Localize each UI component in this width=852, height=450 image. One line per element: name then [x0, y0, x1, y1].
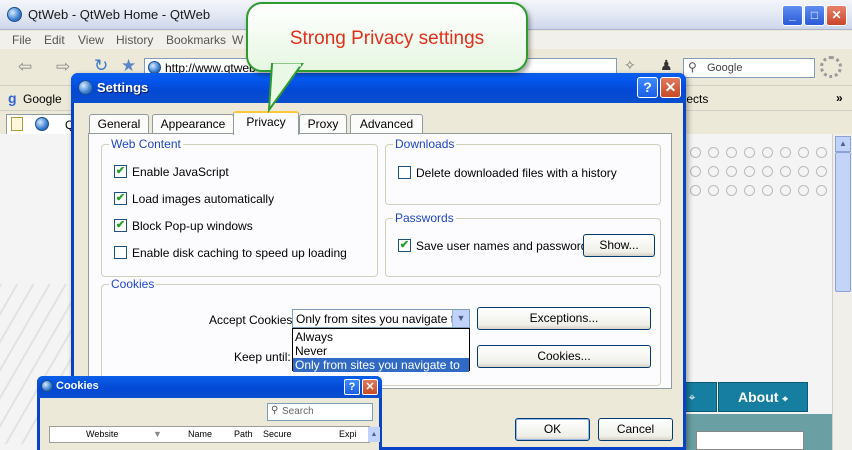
cookies-title: Cookies — [109, 277, 157, 291]
globe-icon — [78, 80, 93, 95]
cookies-dialog-title: Cookies — [56, 380, 99, 392]
passwords-title: Passwords — [393, 211, 456, 225]
scroll-up-button[interactable]: ▲ — [368, 427, 380, 442]
option-never[interactable]: Never — [293, 344, 469, 358]
save-passwords-checkbox[interactable]: ✔ — [398, 239, 411, 252]
downloads-group: Downloads Delete downloaded files with a… — [385, 137, 661, 205]
bookmark-google[interactable]: Google — [23, 92, 62, 106]
passwords-group: Passwords ✔ Save user names and password… — [385, 211, 661, 277]
option-only-visited[interactable]: Only from sites you navigate to — [293, 358, 469, 372]
page-globe-icon — [35, 117, 49, 131]
help-button[interactable]: ? — [637, 77, 658, 98]
dots-decoration — [686, 147, 832, 204]
settings-title: Settings — [97, 80, 149, 95]
bookmarks-more-button[interactable]: » — [836, 91, 843, 105]
enable-javascript-label: Enable JavaScript — [132, 165, 229, 179]
scroll-thumb[interactable] — [835, 152, 851, 292]
settings-titlebar: Settings ? ✕ — [71, 73, 686, 103]
accept-cookies-value: Only from sites you navigate to — [296, 312, 461, 326]
crosshair-icon: ⌖ — [782, 394, 788, 405]
exceptions-button[interactable]: Exceptions... — [477, 307, 651, 330]
block-popups-label: Block Pop-up windows — [132, 219, 253, 233]
site-banner-inner — [696, 431, 804, 450]
minimize-button[interactable]: _ — [782, 5, 803, 26]
save-passwords-label: Save user names and passwords — [416, 239, 594, 253]
menu-history[interactable]: History — [116, 33, 153, 47]
google-icon: g — [8, 90, 17, 106]
close-button[interactable]: ✕ — [660, 77, 681, 98]
chevron-down-icon[interactable]: ▼ — [452, 310, 469, 327]
web-content-group: Web Content ✔ Enable JavaScript ✔ Load i… — [101, 137, 378, 277]
column-path[interactable]: Path — [234, 429, 253, 439]
disk-caching-label: Enable disk caching to speed up loading — [132, 246, 347, 260]
column-secure[interactable]: Secure — [263, 429, 292, 439]
globe-icon — [7, 7, 22, 22]
delete-downloads-checkbox[interactable] — [398, 166, 411, 179]
menu-window[interactable]: W — [232, 33, 243, 47]
search-input[interactable]: ⚲ Google — [683, 58, 815, 78]
callout-text: Strong Privacy settings — [289, 28, 485, 49]
help-button[interactable]: ? — [344, 379, 360, 395]
vertical-scrollbar[interactable]: ▲ — [832, 134, 852, 450]
option-always[interactable]: Always — [293, 330, 469, 344]
downloads-title: Downloads — [393, 137, 457, 151]
show-passwords-button[interactable]: Show... — [583, 234, 655, 257]
about-link[interactable]: About ⌖ — [718, 382, 808, 412]
close-button[interactable]: ✕ — [826, 5, 847, 26]
forward-icon[interactable]: ⇨ — [56, 57, 70, 77]
menu-edit[interactable]: Edit — [44, 33, 65, 47]
disk-caching-checkbox[interactable] — [114, 246, 127, 259]
search-placeholder: Google — [707, 62, 743, 74]
load-images-checkbox[interactable]: ✔ — [114, 192, 127, 205]
load-images-label: Load images automatically — [132, 192, 275, 206]
gear-icon[interactable] — [820, 56, 842, 78]
privacy-icon[interactable]: ♟ — [660, 57, 673, 74]
block-popups-checkbox[interactable]: ✔ — [114, 219, 127, 232]
accept-cookies-label: Accept Cookies: — [209, 313, 296, 327]
globe-icon — [41, 380, 53, 392]
tab-advanced[interactable]: Advanced — [350, 114, 423, 134]
search-icon: ⚲ — [271, 405, 279, 416]
cookies-search-input[interactable]: ⚲ Search — [267, 403, 373, 421]
tab-privacy[interactable]: Privacy — [233, 111, 299, 135]
cookies-button[interactable]: Cookies... — [477, 345, 651, 368]
browser-title: QtWeb - QtWeb Home - QtWeb — [28, 7, 211, 22]
page-tab[interactable]: Q — [6, 114, 76, 134]
web-content-title: Web Content — [109, 137, 183, 151]
callout-pointer — [267, 63, 304, 114]
scroll-up-button[interactable]: ▲ — [835, 136, 851, 152]
cookies-search-placeholder: Search — [282, 406, 314, 417]
back-icon[interactable]: ⇦ — [18, 57, 32, 77]
menu-view[interactable]: View — [78, 33, 104, 47]
search-icon: ⚲ — [688, 60, 697, 74]
menu-file[interactable]: File — [12, 33, 31, 47]
column-name[interactable]: Name — [188, 429, 212, 439]
sort-icon: ▼ — [153, 429, 162, 439]
menu-bookmarks[interactable]: Bookmarks — [166, 33, 226, 47]
cookies-titlebar: Cookies ? ✕ — [37, 376, 382, 398]
tab-general[interactable]: General — [89, 114, 149, 134]
column-website[interactable]: Website — [86, 429, 118, 439]
new-tab-icon[interactable] — [11, 117, 23, 131]
maximize-button[interactable]: □ — [804, 5, 825, 26]
enable-javascript-checkbox[interactable]: ✔ — [114, 165, 127, 178]
wand-icon[interactable]: ✧ — [624, 57, 636, 74]
tab-proxy[interactable]: Proxy — [299, 114, 347, 134]
cookies-dialog: Cookies ? ✕ ⚲ Search Website ▼ Name Path… — [37, 376, 382, 450]
keep-until-label: Keep until: — [234, 350, 291, 364]
cancel-button[interactable]: Cancel — [598, 418, 673, 441]
delete-downloads-label: Delete downloaded files with a history — [416, 166, 617, 180]
tab-appearance[interactable]: Appearance — [152, 114, 234, 134]
accept-cookies-dropdown: Always Never Only from sites you navigat… — [292, 328, 470, 372]
cookies-table-header: Website ▼ Name Path Secure Expi ▲ — [49, 426, 380, 443]
ok-button[interactable]: OK — [515, 418, 590, 441]
accept-cookies-select[interactable]: Only from sites you navigate to ▼ — [292, 309, 470, 328]
close-button[interactable]: ✕ — [362, 379, 378, 395]
about-label: About — [738, 389, 779, 405]
column-expires[interactable]: Expi — [339, 429, 357, 439]
